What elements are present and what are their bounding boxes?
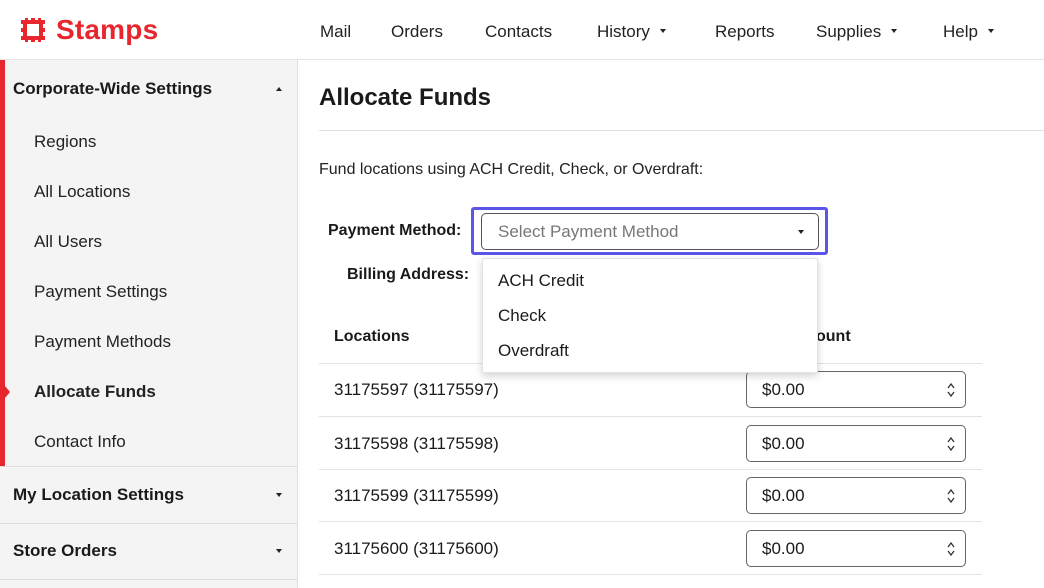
chevron-up-icon <box>276 87 282 91</box>
divider <box>0 579 298 580</box>
page-title: Allocate Funds <box>319 84 492 111</box>
option-ach-credit[interactable]: ACH Credit <box>498 271 584 291</box>
sidebar-item-allocate-funds[interactable]: Allocate Funds <box>34 382 156 402</box>
nav-orders[interactable]: Orders <box>391 22 443 42</box>
sidebar-item-payment-settings[interactable]: Payment Settings <box>34 282 167 302</box>
table-row-location: 31175599 (31175599) <box>334 486 499 505</box>
intro-text: Fund locations using ACH Credit, Check, … <box>319 161 704 178</box>
sidebar-item-payment-methods[interactable]: Payment Methods <box>34 332 171 352</box>
nav-orders-label: Orders <box>391 22 443 41</box>
stepper-icon[interactable] <box>946 381 956 399</box>
chevron-down-icon <box>276 549 282 553</box>
payment-method-label: Payment Method: <box>328 222 462 239</box>
stepper-icon[interactable] <box>946 487 956 505</box>
amount-value: $0.00 <box>762 538 805 558</box>
amount-input[interactable]: $0.00 <box>746 477 966 514</box>
active-item-marker <box>5 386 10 398</box>
nav-mail-label: Mail <box>320 22 352 41</box>
sidebar-item-regions[interactable]: Regions <box>34 132 96 152</box>
stepper-icon[interactable] <box>946 435 956 453</box>
table-divider <box>319 574 982 575</box>
top-header: Stamps Mail Orders Contacts History Repo… <box>0 0 1044 60</box>
section-label: Corporate-Wide Settings <box>13 79 213 98</box>
active-section-indicator <box>0 60 5 466</box>
nav-reports-label: Reports <box>715 22 775 41</box>
brand-logo[interactable]: Stamps <box>18 14 158 46</box>
amount-input[interactable]: $0.00 <box>746 371 966 408</box>
chevron-down-icon <box>987 29 994 34</box>
chevron-down-icon <box>798 230 804 234</box>
chevron-down-icon <box>659 29 666 34</box>
billing-address-label: Billing Address: <box>347 266 470 283</box>
nav-supplies-label: Supplies <box>816 22 882 41</box>
table-divider <box>319 469 982 470</box>
table-row-location: 31175598 (31175598) <box>334 434 499 453</box>
section-label: Store Orders <box>13 541 117 560</box>
nav-reports[interactable]: Reports <box>715 22 775 42</box>
amount-value: $0.00 <box>762 379 805 399</box>
amount-input[interactable]: $0.00 <box>746 425 966 462</box>
sidebar: Corporate-Wide Settings Regions All Loca… <box>0 60 298 588</box>
brand-name: Stamps <box>56 14 159 45</box>
payment-method-select[interactable]: Select Payment Method <box>481 213 819 250</box>
section-corporate-wide-settings[interactable]: Corporate-Wide Settings <box>0 61 298 117</box>
title-divider <box>319 130 1044 131</box>
table-row-location: 31175600 (31175600) <box>334 539 499 558</box>
option-check[interactable]: Check <box>498 306 546 326</box>
nav-supplies[interactable]: Supplies <box>816 22 898 42</box>
nav-history[interactable]: History <box>597 22 666 42</box>
nav-mail[interactable]: Mail <box>320 22 351 42</box>
chevron-down-icon <box>891 29 898 34</box>
nav-contacts[interactable]: Contacts <box>485 22 552 42</box>
section-store-orders[interactable]: Store Orders <box>0 523 298 579</box>
nav-help-label: Help <box>943 22 978 41</box>
table-divider <box>319 521 982 522</box>
sidebar-item-all-users[interactable]: All Users <box>34 232 102 252</box>
option-overdraft[interactable]: Overdraft <box>498 341 569 361</box>
amount-input[interactable]: $0.00 <box>746 530 966 567</box>
nav-help[interactable]: Help <box>943 22 994 42</box>
sidebar-item-contact-info[interactable]: Contact Info <box>34 432 126 452</box>
table-divider <box>319 416 982 417</box>
table-row-location: 31175597 (31175597) <box>334 380 499 399</box>
nav-contacts-label: Contacts <box>485 22 553 41</box>
column-header-locations: Locations <box>334 328 410 345</box>
payment-method-dropdown: ACH Credit Check Overdraft <box>482 258 818 373</box>
payment-method-placeholder: Select Payment Method <box>498 221 679 241</box>
amount-value: $0.00 <box>762 433 805 453</box>
sidebar-item-all-locations[interactable]: All Locations <box>34 182 130 202</box>
nav-history-label: History <box>597 22 650 41</box>
chevron-down-icon <box>276 493 282 497</box>
section-my-location-settings[interactable]: My Location Settings <box>0 467 298 523</box>
section-label: My Location Settings <box>13 485 184 504</box>
stepper-icon[interactable] <box>946 540 956 558</box>
stamp-icon <box>21 18 45 42</box>
column-header-amount: ount <box>816 328 851 345</box>
amount-value: $0.00 <box>762 485 805 505</box>
